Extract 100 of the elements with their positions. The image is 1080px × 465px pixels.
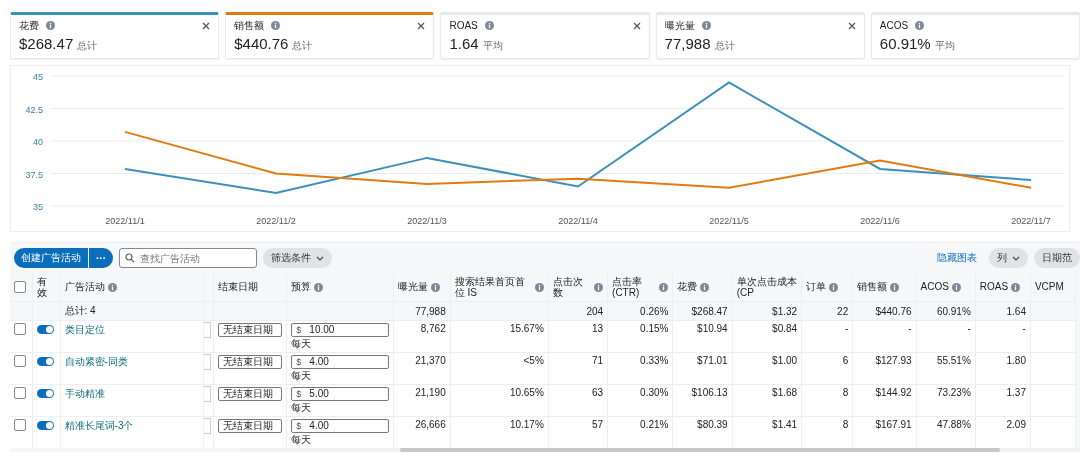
x-tick-label: 2022/11/3: [407, 216, 447, 226]
info-icon: [701, 21, 711, 30]
y-tick-label: 35: [33, 202, 43, 212]
info-icon: [107, 282, 117, 292]
column-header[interactable]: 销售额: [852, 273, 917, 302]
metric-card[interactable]: 花费 $268.47 总计: [10, 12, 220, 59]
table-cell: 0.21%: [640, 419, 669, 430]
metric-label: 曝光量: [664, 18, 695, 33]
info-icon: [534, 282, 544, 292]
end-date-field[interactable]: 无结束日期: [217, 355, 283, 369]
search-icon: [125, 253, 135, 263]
budget-field[interactable]: $ 4.00: [291, 355, 389, 369]
table-cell: -: [908, 323, 912, 334]
select-all-checkbox[interactable]: [14, 281, 26, 294]
metric-value: $440.76: [234, 35, 289, 52]
column-header[interactable]: 点击次数: [548, 273, 608, 302]
total-cell: 77,988: [415, 305, 446, 317]
table-cell: 8,762: [420, 323, 446, 334]
y-tick-label: 40: [33, 137, 43, 147]
metric-card[interactable]: 销售额 $440.76 总计: [225, 12, 435, 59]
metric-label: ROAS: [449, 20, 478, 31]
close-icon[interactable]: [632, 21, 641, 30]
budget-field[interactable]: $ 5.00: [291, 387, 389, 401]
end-date-field[interactable]: 无结束日期: [217, 323, 283, 337]
close-icon[interactable]: [847, 21, 856, 30]
table-cell: $71.01: [697, 355, 728, 366]
end-date-field[interactable]: 无结束日期: [217, 419, 283, 433]
table-cell: 8: [842, 387, 849, 398]
search-field[interactable]: 查找广告活动: [119, 248, 257, 268]
status-toggle[interactable]: [36, 325, 54, 334]
table-cell: 0.33%: [640, 355, 669, 366]
column-header[interactable]: 结束日期: [213, 273, 287, 302]
table-cell: -: [844, 323, 849, 334]
column-header[interactable]: 订单: [801, 273, 853, 302]
columns-dropdown[interactable]: 列: [989, 248, 1028, 268]
info-icon: [1011, 282, 1021, 292]
status-toggle[interactable]: [36, 421, 54, 430]
table-cell: $10.94: [697, 323, 728, 334]
table-cell: $106.13: [691, 387, 728, 398]
x-tick-label: 2022/11/2: [256, 216, 296, 226]
column-header[interactable]: 搜索结果首页首位 IS: [450, 273, 549, 302]
more-button[interactable]: ···: [89, 248, 113, 268]
info-icon: [430, 282, 440, 292]
campaign-link[interactable]: 手动精准: [64, 388, 105, 399]
budget-period: 每天: [291, 402, 313, 414]
x-tick-label: 2022/11/7: [1011, 216, 1051, 226]
total-cell: 60.91%: [936, 305, 971, 317]
campaign-link[interactable]: 精准长尾词-3个: [64, 420, 134, 431]
metric-card[interactable]: ACOS 60.91% 平均: [870, 12, 1080, 59]
info-icon: [594, 282, 604, 292]
row-checkbox[interactable]: [14, 323, 26, 336]
close-icon[interactable]: [417, 21, 426, 30]
date-range-button[interactable]: 日期范: [1034, 248, 1080, 268]
metric-value: 77,988: [664, 35, 711, 52]
campaign-link[interactable]: 类目定位: [64, 324, 105, 335]
column-header[interactable]: 预算: [286, 273, 394, 302]
info-icon: [659, 282, 669, 292]
column-header[interactable]: ACOS: [916, 273, 976, 302]
table-cell: 71: [591, 355, 604, 366]
table-cell: -: [967, 323, 971, 334]
row-checkbox[interactable]: [14, 419, 26, 432]
metric-card[interactable]: 曝光量 77,988 总计: [655, 12, 865, 59]
status-toggle[interactable]: [36, 357, 54, 366]
column-header[interactable]: 点击率 (CTR): [607, 273, 673, 302]
metric-label: 花费: [19, 18, 39, 33]
hide-chart-link[interactable]: 隐藏图表: [937, 251, 977, 265]
end-date-field[interactable]: 无结束日期: [217, 387, 283, 401]
filter-dropdown[interactable]: 筛选条件: [263, 248, 332, 268]
column-header[interactable]: VCPM: [1030, 273, 1076, 302]
campaign-link[interactable]: 自动紧密-同类: [64, 356, 128, 367]
x-tick-label: 2022/11/5: [709, 216, 749, 226]
column-header[interactable]: 曝光量: [393, 273, 451, 302]
column-header[interactable]: 有效: [32, 273, 61, 302]
info-icon: [890, 282, 900, 292]
column-header[interactable]: 广告活动: [60, 273, 204, 302]
total-cell: 0.26%: [640, 305, 669, 317]
column-header[interactable]: 单次点击成本 (CP: [732, 273, 802, 302]
table-cell: 63: [591, 387, 604, 398]
metric-label: 销售额: [234, 18, 265, 33]
metric-unit: 总计: [292, 39, 313, 53]
row-checkbox[interactable]: [14, 387, 26, 400]
table-cell: 13: [591, 323, 604, 334]
status-toggle[interactable]: [36, 389, 54, 398]
create-campaign-button[interactable]: 创建广告活动: [14, 248, 88, 268]
table-cell: 1.80: [1006, 355, 1026, 366]
close-icon[interactable]: [202, 21, 211, 30]
column-header[interactable]: 花费: [672, 273, 733, 302]
caret-icon: [1012, 255, 1020, 261]
budget-field[interactable]: $ 10.00: [291, 323, 389, 337]
metric-value: $268.47: [19, 35, 74, 52]
budget-field[interactable]: $ 4.00: [291, 419, 389, 433]
row-checkbox[interactable]: [14, 355, 26, 368]
table-cell: 47.88%: [936, 419, 971, 430]
table-cell: 55.51%: [936, 355, 971, 366]
caret-icon: [316, 255, 324, 261]
table-cell: 57: [591, 419, 604, 430]
metric-unit: 总计: [714, 39, 735, 53]
metric-card[interactable]: ROAS 1.64 平均: [440, 12, 650, 59]
column-header[interactable]: ROAS: [975, 273, 1031, 302]
info-icon: [915, 21, 925, 30]
